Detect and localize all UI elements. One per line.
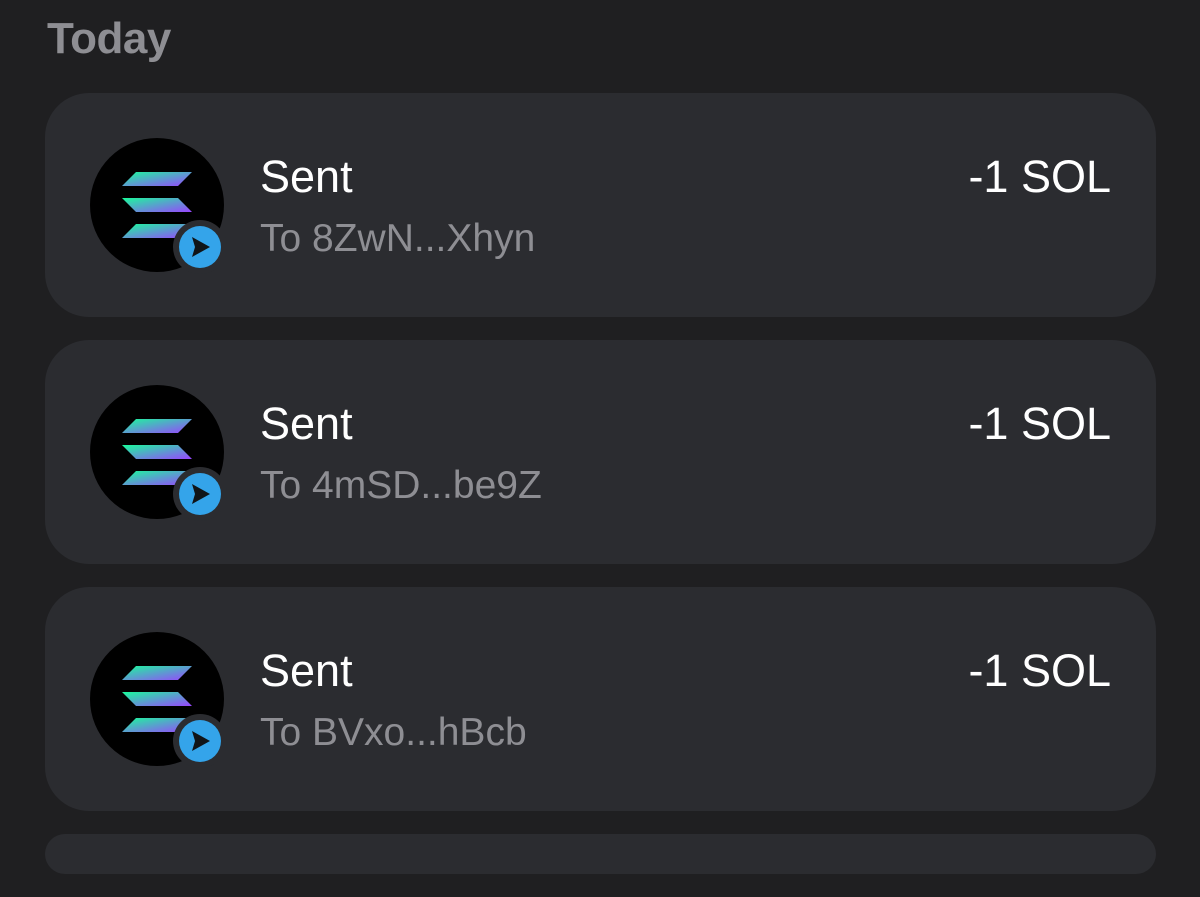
transaction-item[interactable]: Sent To BVxo...hBcb -1 SOL [45,587,1156,811]
transaction-title: Sent [260,398,353,449]
send-icon [192,237,210,257]
send-badge [173,220,227,274]
transaction-recipient: To 8ZwN...Xhyn [260,217,536,260]
send-badge [173,467,227,521]
token-avatar [90,632,227,768]
transaction-title: Sent [260,151,353,202]
transaction-title: Sent [260,645,353,696]
transaction-item[interactable]: Sent To 4mSD...be9Z -1 SOL [45,340,1156,564]
transaction-recipient: To BVxo...hBcb [260,711,527,754]
transaction-list: Sent To 8ZwN...Xhyn -1 SOL Sent To 4mSD.… [45,93,1156,897]
send-icon [192,731,210,751]
section-title-today: Today [47,14,171,63]
transaction-recipient: To 4mSD...be9Z [260,464,542,507]
token-avatar [90,385,227,521]
transaction-amount: -1 SOL [968,398,1111,449]
token-avatar [90,138,227,274]
send-icon [192,484,210,504]
transaction-amount: -1 SOL [968,151,1111,202]
send-badge [173,714,227,768]
transaction-item[interactable]: Sent To 8ZwN...Xhyn -1 SOL [45,93,1156,317]
transaction-amount: -1 SOL [968,645,1111,696]
transaction-item-partial[interactable] [45,834,1156,874]
